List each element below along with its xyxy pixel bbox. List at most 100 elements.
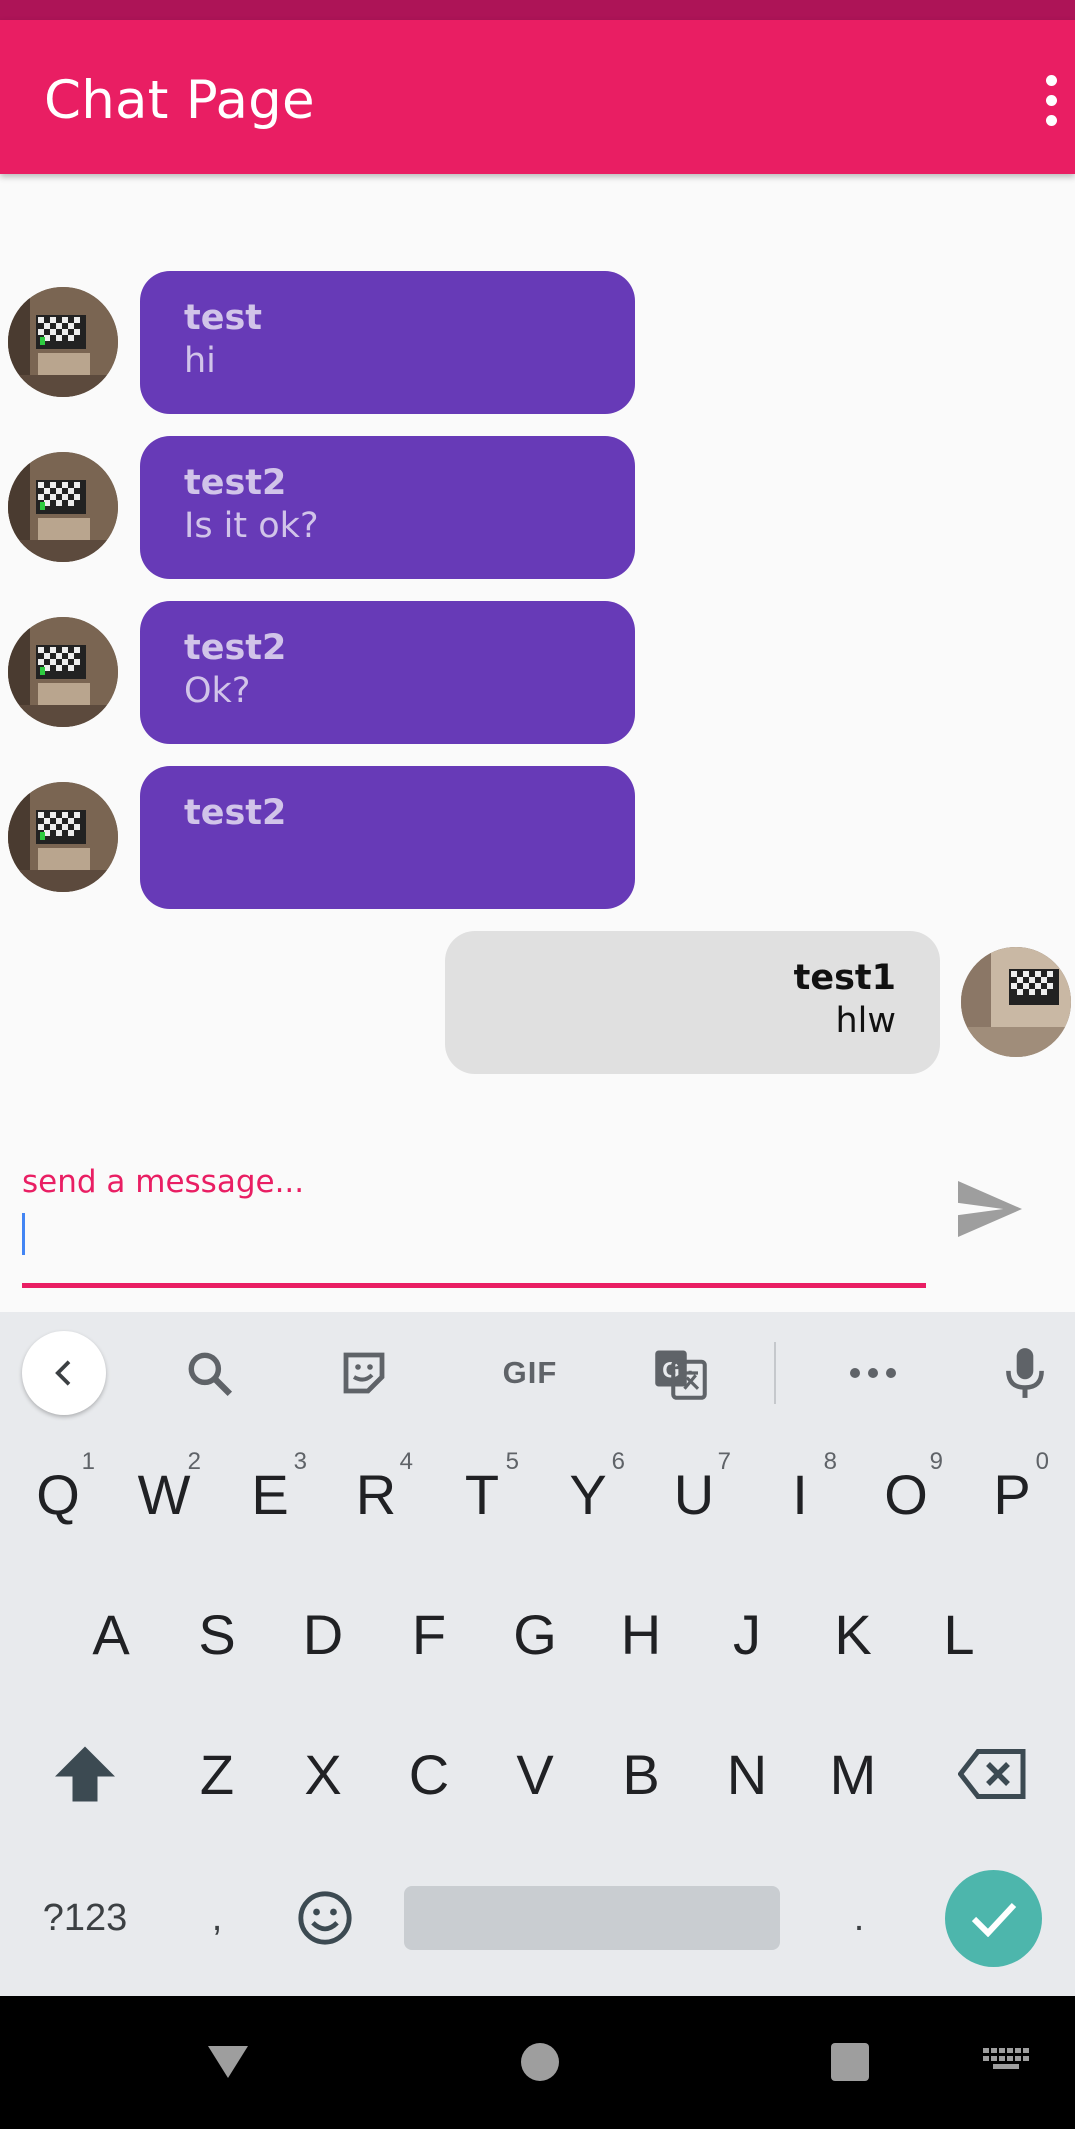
message-list[interactable]: test hi test2 Is it ok? test2 Ok? test2 [0,174,1075,1134]
key-e[interactable]: E3 [217,1434,323,1554]
key-m[interactable]: M [800,1714,906,1834]
key-label: Y [569,1462,607,1526]
key-j[interactable]: J [694,1574,800,1694]
key-label: Q [36,1462,80,1526]
message-text: hi [184,341,216,381]
key-label: P [993,1462,1031,1526]
message-input[interactable] [22,1206,926,1288]
chevron-left-icon[interactable] [22,1331,106,1415]
sender-name: test2 [184,793,287,833]
message-row: test2 Is it ok? [0,436,1075,579]
gif-label: GIF [502,1355,558,1390]
key-f[interactable]: F [376,1574,482,1694]
key-label: V [516,1742,554,1806]
message-bubble[interactable]: test hi [140,271,635,414]
sender-name: test [184,298,263,338]
key-label: K [834,1602,872,1666]
more-vert-icon[interactable] [1031,60,1071,140]
key-label: ?123 [42,1896,128,1939]
key-a[interactable]: A [58,1574,164,1694]
nav-recents-icon[interactable] [818,2030,882,2094]
key-t[interactable]: T5 [429,1434,535,1554]
key-hint: 7 [717,1448,731,1475]
key-label: S [198,1602,236,1666]
key-r[interactable]: R4 [323,1434,429,1554]
avatar[interactable] [8,617,118,727]
key-label: M [829,1742,877,1806]
sticker-icon[interactable] [327,1336,401,1410]
symbols-key[interactable]: ?123 [32,1858,138,1978]
key-v[interactable]: V [482,1714,588,1834]
key-label: . [853,1896,865,1939]
nav-home-icon[interactable] [508,2030,572,2094]
message-bubble[interactable]: test1 hlw [445,931,940,1074]
sender-name: test2 [184,463,287,503]
key-k[interactable]: K [800,1574,906,1694]
comma-key[interactable]: , [164,1858,270,1978]
avatar[interactable] [961,947,1071,1057]
key-hint: 0 [1035,1448,1049,1475]
message-row: test2 [0,766,1075,909]
toolbar-divider [774,1342,776,1404]
space-bar[interactable] [404,1886,780,1950]
key-p[interactable]: P0 [959,1434,1065,1554]
message-text: hlw [835,1001,896,1041]
key-s[interactable]: S [164,1574,270,1694]
key-label: G [513,1602,557,1666]
message-bubble[interactable]: test2 Ok? [140,601,635,744]
message-bubble[interactable]: test2 [140,766,635,909]
key-w[interactable]: W2 [111,1434,217,1554]
key-o[interactable]: O9 [853,1434,959,1554]
key-label: B [622,1742,660,1806]
shift-icon[interactable] [32,1714,138,1834]
keyboard-icon[interactable] [974,2030,1038,2094]
key-label: N [726,1742,768,1806]
key-d[interactable]: D [270,1574,376,1694]
key-y[interactable]: Y6 [535,1434,641,1554]
period-key[interactable]: . [806,1858,912,1978]
key-x[interactable]: X [270,1714,376,1834]
key-q[interactable]: Q1 [5,1434,111,1554]
key-c[interactable]: C [376,1714,482,1834]
key-z[interactable]: Z [164,1714,270,1834]
key-hint: 1 [81,1448,95,1475]
message-row: test2 Ok? [0,601,1075,744]
search-icon[interactable] [172,1336,246,1410]
key-label: Z [199,1742,235,1806]
text-cursor [22,1213,25,1255]
message-input-label: send a message... [22,1164,305,1200]
key-n[interactable]: N [694,1714,800,1834]
key-label: I [792,1462,808,1526]
more-horiz-icon[interactable] [836,1336,910,1410]
avatar[interactable] [8,452,118,562]
key-g[interactable]: G [482,1574,588,1694]
system-nav-bar [0,1996,1075,2129]
send-icon[interactable] [955,1174,1025,1244]
keyboard: Q1 W2 E3 R4 T5 Y6 U7 I8 O9 P0 A S D F G … [0,1434,1075,1996]
check-icon[interactable] [945,1870,1042,1967]
key-label: H [620,1602,662,1666]
message-bubble[interactable]: test2 Is it ok? [140,436,635,579]
key-hint: 4 [399,1448,413,1475]
key-label: R [355,1462,397,1526]
key-u[interactable]: U7 [641,1434,747,1554]
emoji-icon[interactable] [272,1858,378,1978]
backspace-icon[interactable] [940,1714,1046,1834]
translate-icon[interactable]: G [643,1336,717,1410]
key-l[interactable]: L [906,1574,1012,1694]
key-label: O [884,1462,928,1526]
avatar[interactable] [8,782,118,892]
message-row: test1 hlw [0,931,1075,1074]
key-label: X [304,1742,342,1806]
key-b[interactable]: B [588,1714,694,1834]
avatar[interactable] [8,287,118,397]
key-label: U [673,1462,715,1526]
key-i[interactable]: I8 [747,1434,853,1554]
key-label: A [92,1602,130,1666]
key-hint: 6 [611,1448,625,1475]
nav-back-icon[interactable] [196,2030,260,2094]
key-h[interactable]: H [588,1574,694,1694]
mic-icon[interactable] [988,1336,1062,1410]
gif-button[interactable]: GIF [482,1336,578,1410]
key-hint: 5 [505,1448,519,1475]
